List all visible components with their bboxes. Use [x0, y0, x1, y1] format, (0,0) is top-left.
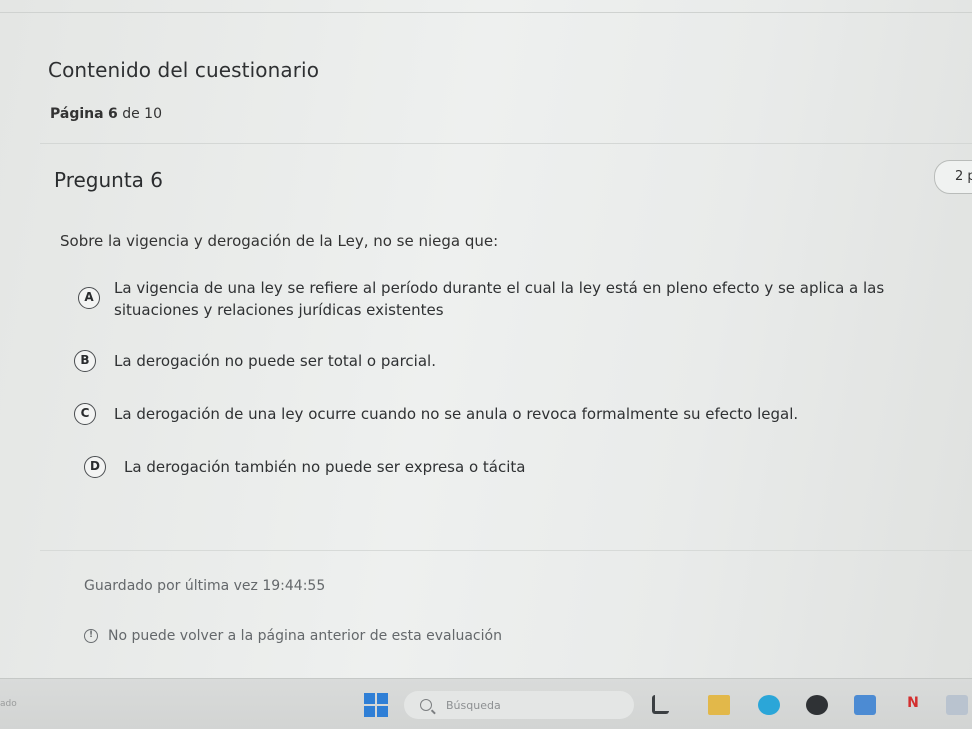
- footer-divider: [40, 550, 972, 551]
- info-icon: !: [84, 629, 98, 643]
- option-text-c[interactable]: La derogación de una ley ocurre cuando n…: [114, 403, 798, 425]
- navigation-notice: ! No puede volver a la página anterior d…: [84, 628, 502, 644]
- page-indicator: Página 6 de 10: [50, 106, 162, 122]
- taskbar-search[interactable]: Búsqueda: [404, 691, 634, 719]
- taskbar-app-icon-5[interactable]: [854, 695, 876, 715]
- search-icon: [420, 699, 432, 711]
- file-explorer-icon[interactable]: [708, 695, 730, 715]
- search-placeholder: Búsqueda: [446, 698, 501, 712]
- screen: Contenido del cuestionario Página 6 de 1…: [0, 0, 972, 729]
- option-letter-c[interactable]: C: [74, 403, 96, 425]
- answer-option-a[interactable]: A La vigencia de una ley se refiere al p…: [74, 277, 964, 321]
- page-current: 6: [108, 106, 118, 122]
- answer-option-d[interactable]: D La derogación también no puede ser exp…: [84, 456, 525, 478]
- option-text-d[interactable]: La derogación también no puede ser expre…: [124, 456, 525, 478]
- answer-option-c[interactable]: C La derogación de una ley ocurre cuando…: [74, 403, 798, 425]
- top-divider: [0, 12, 972, 13]
- page-total: de 10: [122, 106, 162, 122]
- taskbar-app-icon-7[interactable]: [946, 695, 968, 715]
- notice-text: No puede volver a la página anterior de …: [108, 628, 502, 644]
- taskbar-app-icon-1[interactable]: [652, 695, 669, 714]
- saved-status: Guardado por última vez 19:44:55: [84, 578, 326, 594]
- question-text: Sobre la vigencia y derogación de la Ley…: [60, 232, 499, 250]
- option-letter-b[interactable]: B: [74, 350, 96, 372]
- header-divider: [40, 143, 972, 144]
- answer-option-b[interactable]: B La derogación no puede ser total o par…: [74, 350, 436, 372]
- option-letter-a[interactable]: A: [78, 287, 100, 309]
- windows-start-icon[interactable]: [364, 693, 388, 717]
- option-text-b[interactable]: La derogación no puede ser total o parci…: [114, 350, 436, 372]
- page-label: Página: [50, 106, 104, 122]
- points-badge: 2 p: [934, 160, 972, 194]
- option-text-a[interactable]: La vigencia de una ley se refiere al per…: [114, 277, 964, 321]
- question-title: Pregunta 6: [54, 168, 164, 192]
- taskbar-left-text: ado: [0, 699, 17, 709]
- quiz-title: Contenido del cuestionario: [48, 58, 320, 82]
- taskbar-app-icon-6[interactable]: N: [902, 695, 924, 715]
- taskbar-app-icon-4[interactable]: [806, 695, 828, 715]
- edge-browser-icon[interactable]: [758, 695, 780, 715]
- option-letter-d[interactable]: D: [84, 456, 106, 478]
- taskbar: ado Búsqueda N: [0, 678, 972, 729]
